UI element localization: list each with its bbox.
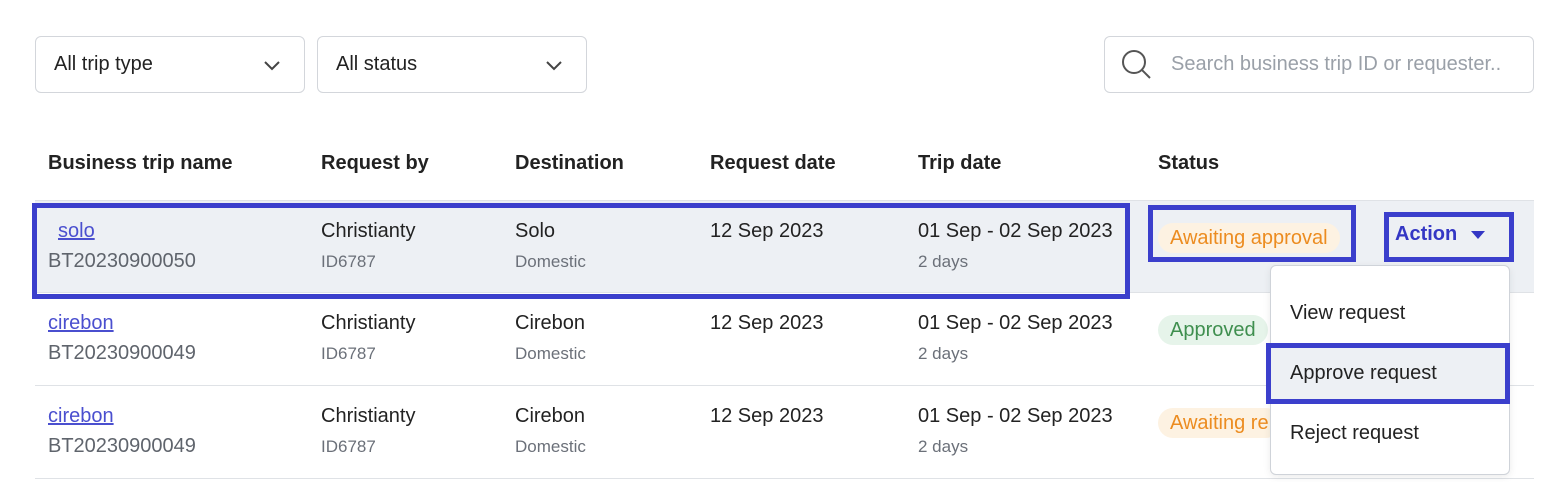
request-date: 12 Sep 2023 [710, 312, 824, 334]
trip-type-filter[interactable]: All trip type [35, 36, 305, 93]
trip-duration: 2 days [918, 252, 969, 271]
trip-code: BT20230900049 [48, 342, 196, 364]
destination-type: Domestic [515, 437, 586, 456]
requester-name: Christianty [321, 312, 416, 334]
menu-item-view-request[interactable]: View request [1271, 284, 1509, 342]
search-input[interactable] [1171, 53, 1531, 76]
column-header-trip-name: Business trip name [48, 152, 233, 174]
column-header-status: Status [1158, 152, 1220, 174]
request-date: 12 Sep 2023 [710, 220, 824, 242]
column-header-request-by: Request by [321, 152, 429, 174]
column-header-request-date: Request date [710, 152, 836, 174]
status-filter[interactable]: All status [317, 36, 587, 93]
caret-down-icon [1471, 230, 1486, 239]
request-date: 12 Sep 2023 [710, 405, 824, 427]
action-menu: View request Approve request Reject requ… [1270, 265, 1510, 475]
chevron-down-icon [546, 60, 562, 70]
action-label: Action [1395, 223, 1458, 245]
status-badge: Awaiting approval [1158, 223, 1340, 253]
trip-name-link[interactable]: solo [58, 220, 95, 243]
trip-date: 01 Sep - 02 Sep 2023 [918, 220, 1113, 242]
trip-name-link[interactable]: cirebon [48, 312, 114, 335]
action-button[interactable]: Action [1395, 223, 1486, 246]
requester-name: Christianty [321, 405, 416, 427]
destination: Cirebon [515, 405, 586, 427]
trip-type-filter-label: All trip type [54, 53, 153, 75]
destination: Solo [515, 220, 556, 242]
trip-code: BT20230900049 [48, 435, 196, 457]
trip-date: 01 Sep - 02 Sep 2023 [918, 405, 1113, 427]
trip-code: BT20230900050 [48, 250, 196, 272]
column-header-trip-date: Trip date [918, 152, 1002, 174]
status-filter-label: All status [336, 53, 418, 75]
status-badge: Awaiting re [1158, 408, 1281, 438]
menu-item-approve-request[interactable]: Approve request [1271, 344, 1509, 402]
requester-id: ID6787 [321, 252, 376, 271]
search-box [1104, 36, 1534, 93]
requester-id: ID6787 [321, 437, 376, 456]
destination: Cirebon [515, 312, 586, 334]
destination-type: Domestic [515, 252, 586, 271]
menu-item-reject-request[interactable]: Reject request [1271, 404, 1509, 462]
trip-name-link[interactable]: cirebon [48, 405, 114, 428]
requester-id: ID6787 [321, 344, 376, 363]
column-header-destination: Destination [515, 152, 624, 174]
requester-name: Christianty [321, 220, 416, 242]
search-icon [1122, 49, 1151, 79]
trip-date: 01 Sep - 02 Sep 2023 [918, 312, 1113, 334]
destination-type: Domestic [515, 344, 586, 363]
trip-duration: 2 days [918, 344, 969, 363]
trip-duration: 2 days [918, 437, 969, 456]
status-badge: Approved [1158, 315, 1268, 345]
chevron-down-icon [264, 60, 280, 70]
